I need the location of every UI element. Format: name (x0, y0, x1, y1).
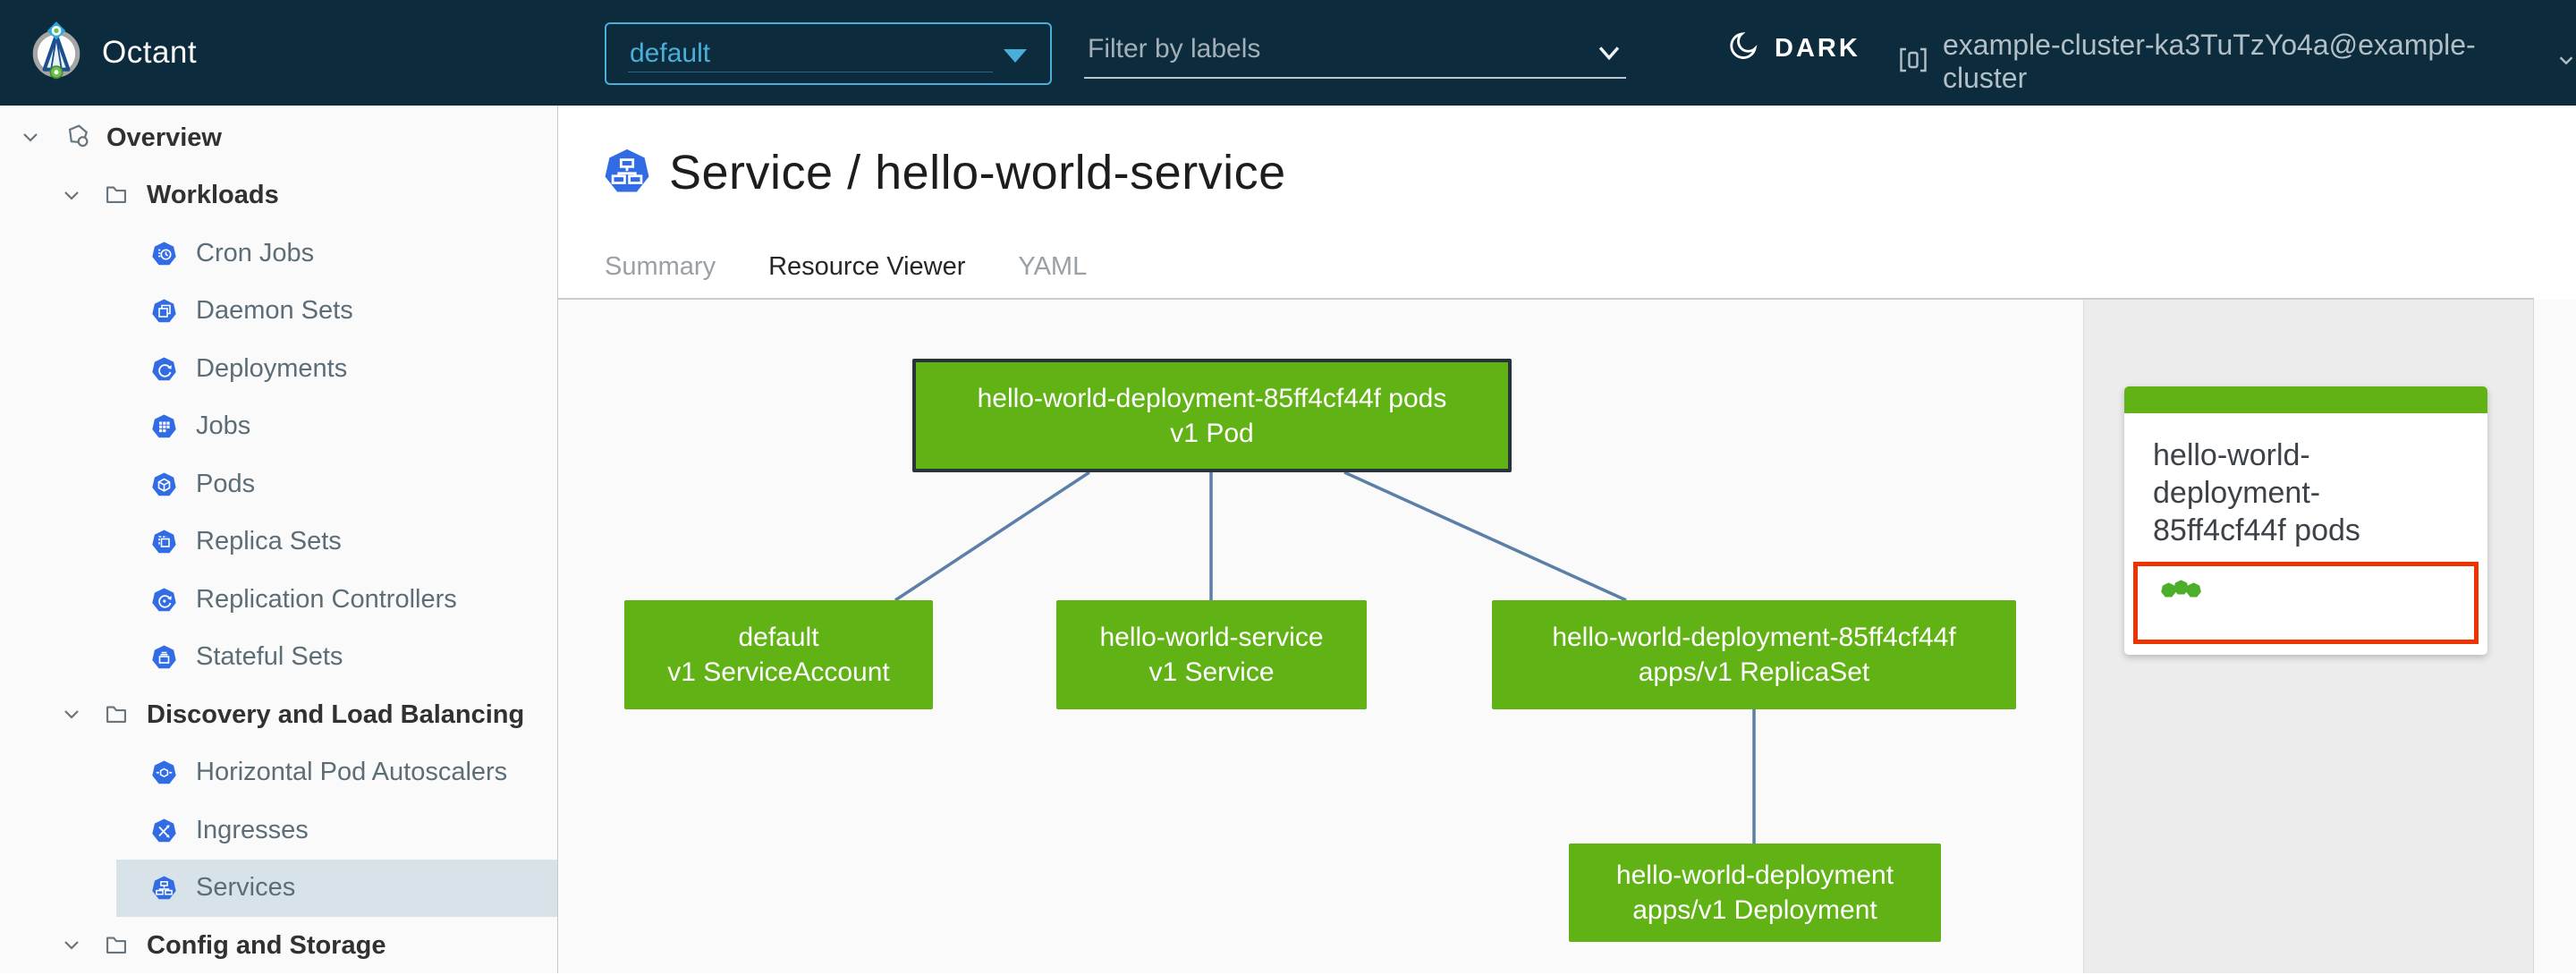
card-title: hello-world-deployment-85ff4cf44f pods (2153, 438, 2360, 547)
statefulsets-icon (152, 645, 176, 669)
graph-node-service[interactable]: hello-world-service v1 Service (1056, 600, 1367, 709)
sidebar-item-replication-controllers[interactable]: Replication Controllers (0, 571, 557, 629)
graph-node-serviceaccount[interactable]: default v1 ServiceAccount (624, 600, 933, 709)
cluster-icon (1896, 43, 1930, 81)
replicasets-icon (152, 530, 176, 554)
sidebar-item-label: Workloads (147, 181, 279, 210)
ingresses-icon (152, 818, 176, 843)
cluster-selector[interactable]: example-cluster-ka3TuTzYo4a@example-clus… (1896, 29, 2576, 95)
graph-node-replicaset[interactable]: hello-world-deployment-85ff4cf44f apps/v… (1492, 600, 2016, 709)
tab-summary[interactable]: Summary (605, 252, 716, 290)
navigation-sidebar: Overview Workloads Cron Jobs Daemon Sets… (0, 106, 558, 973)
sidebar-item-label: Replica Sets (196, 527, 342, 556)
sidebar-item-daemon-sets[interactable]: Daemon Sets (0, 283, 557, 341)
detail-panel: hello-world-deployment-85ff4cf44f pods (2083, 300, 2534, 973)
sidebar-item-config-and-storage[interactable]: Config and Storage (0, 917, 557, 975)
node-name: hello-world-service (1099, 623, 1324, 652)
sidebar-item-label: Overview (106, 123, 222, 152)
pod-status-box (2133, 562, 2479, 644)
selected-resource-card[interactable]: hello-world-deployment-85ff4cf44f pods (2124, 386, 2487, 655)
resource-graph: hello-world-deployment-85ff4cf44f pods v… (558, 300, 2576, 973)
node-kind: v1 Service (1148, 657, 1275, 687)
sidebar-item-label: Deployments (196, 353, 348, 383)
overview-icon (64, 123, 90, 153)
namespace-select[interactable]: default (605, 22, 1052, 85)
caret-down-icon (1004, 49, 1027, 63)
node-name: hello-world-deployment-85ff4cf44f pods (977, 383, 1447, 413)
pod-ok-dot (2161, 582, 2176, 598)
sidebar-item-label: Pods (196, 469, 256, 498)
chevron-down-icon[interactable] (20, 127, 41, 148)
daemonsets-icon (152, 299, 176, 323)
node-name: hello-world-deployment (1615, 861, 1894, 890)
sidebar-item-pods[interactable]: Pods (0, 455, 557, 513)
main-content: Service / hello-world-service Summary Re… (558, 106, 2576, 973)
tab-bar: Summary Resource Viewer YAML (605, 252, 1140, 310)
sidebar-item-label: Stateful Sets (196, 642, 343, 672)
node-name: default (738, 623, 819, 652)
chevron-down-icon (2556, 50, 2576, 74)
sidebar-item-label: Discovery and Load Balancing (147, 699, 525, 729)
sidebar-item-label: Replication Controllers (196, 584, 457, 614)
sidebar-item-label: Config and Storage (147, 930, 386, 960)
chevron-down-icon[interactable] (61, 704, 82, 725)
cluster-name: example-cluster-ka3TuTzYo4a@example-clus… (1943, 29, 2476, 94)
label-filter (1084, 27, 1626, 79)
sidebar-item-ingresses[interactable]: Ingresses (0, 801, 557, 860)
namespace-value: default (630, 38, 711, 68)
sidebar-item-label: Ingresses (196, 815, 309, 844)
sidebar-item-jobs[interactable]: Jobs (0, 398, 557, 456)
pod-ok-dot (2174, 580, 2189, 595)
sidebar-item-cron-jobs[interactable]: Cron Jobs (0, 225, 557, 283)
deployments-icon (152, 357, 176, 381)
sidebar-item-workloads[interactable]: Workloads (0, 167, 557, 225)
page-title: Service / hello-world-service (669, 146, 1286, 199)
jobs-icon (152, 414, 176, 438)
service-icon (605, 148, 649, 198)
sidebar-item-label: Services (196, 873, 296, 903)
folder-icon (104, 700, 129, 730)
node-kind: v1 Pod (1170, 418, 1254, 448)
app-header: Octant default DARK example-cluster-ka3T… (0, 0, 2576, 106)
sidebar-item-services[interactable]: Services (0, 859, 557, 917)
sidebar-item-deployments[interactable]: Deployments (0, 340, 557, 398)
sidebar-item-label: Daemon Sets (196, 296, 353, 326)
chevron-down-icon[interactable] (61, 935, 82, 956)
tab-resource-viewer[interactable]: Resource Viewer (767, 252, 968, 310)
services-icon (152, 876, 176, 900)
sidebar-item-label: Jobs (196, 411, 251, 441)
tab-yaml[interactable]: YAML (1018, 252, 1087, 290)
moon-icon (1726, 30, 1760, 68)
brand[interactable]: Octant (27, 21, 295, 85)
node-kind: apps/v1 Deployment (1632, 895, 1877, 925)
sidebar-item-horizontal-pod-autoscalers[interactable]: Horizontal Pod Autoscalers (0, 744, 557, 802)
cronjobs-icon (152, 242, 176, 266)
filter-by-labels-input[interactable] (1084, 27, 1626, 79)
chevron-down-icon[interactable] (61, 185, 82, 207)
octant-logo-icon (27, 21, 86, 85)
app-title: Octant (102, 35, 198, 70)
replication-controllers-icon (152, 588, 176, 612)
pod-ok-dot (2186, 582, 2201, 598)
graph-node-pod[interactable]: hello-world-deployment-85ff4cf44f pods v… (912, 359, 1512, 472)
sidebar-item-overview[interactable]: Overview (0, 109, 557, 167)
node-kind: apps/v1 ReplicaSet (1638, 657, 1870, 687)
sidebar-item-label: Cron Jobs (196, 238, 315, 267)
card-status-bar (2124, 386, 2487, 413)
chevron-down-icon[interactable] (1594, 38, 1624, 72)
resource-header: Service / hello-world-service (605, 145, 1286, 200)
node-name: hello-world-deployment-85ff4cf44f (1552, 623, 1956, 652)
sidebar-item-stateful-sets[interactable]: Stateful Sets (0, 629, 557, 687)
pods-icon (152, 472, 176, 496)
node-kind: v1 ServiceAccount (667, 657, 890, 687)
sidebar-item-replica-sets[interactable]: Replica Sets (0, 513, 557, 572)
sidebar-item-discovery-and-load-balancing[interactable]: Discovery and Load Balancing (0, 686, 557, 744)
sidebar-item-label: Horizontal Pod Autoscalers (196, 758, 508, 787)
theme-label: DARK (1775, 34, 1860, 63)
folder-icon (104, 931, 129, 961)
graph-node-deployment[interactable]: hello-world-deployment apps/v1 Deploymen… (1569, 844, 1941, 942)
hpa-icon (152, 760, 176, 784)
folder-icon (104, 181, 129, 210)
dark-mode-toggle[interactable]: DARK (1726, 30, 1860, 68)
